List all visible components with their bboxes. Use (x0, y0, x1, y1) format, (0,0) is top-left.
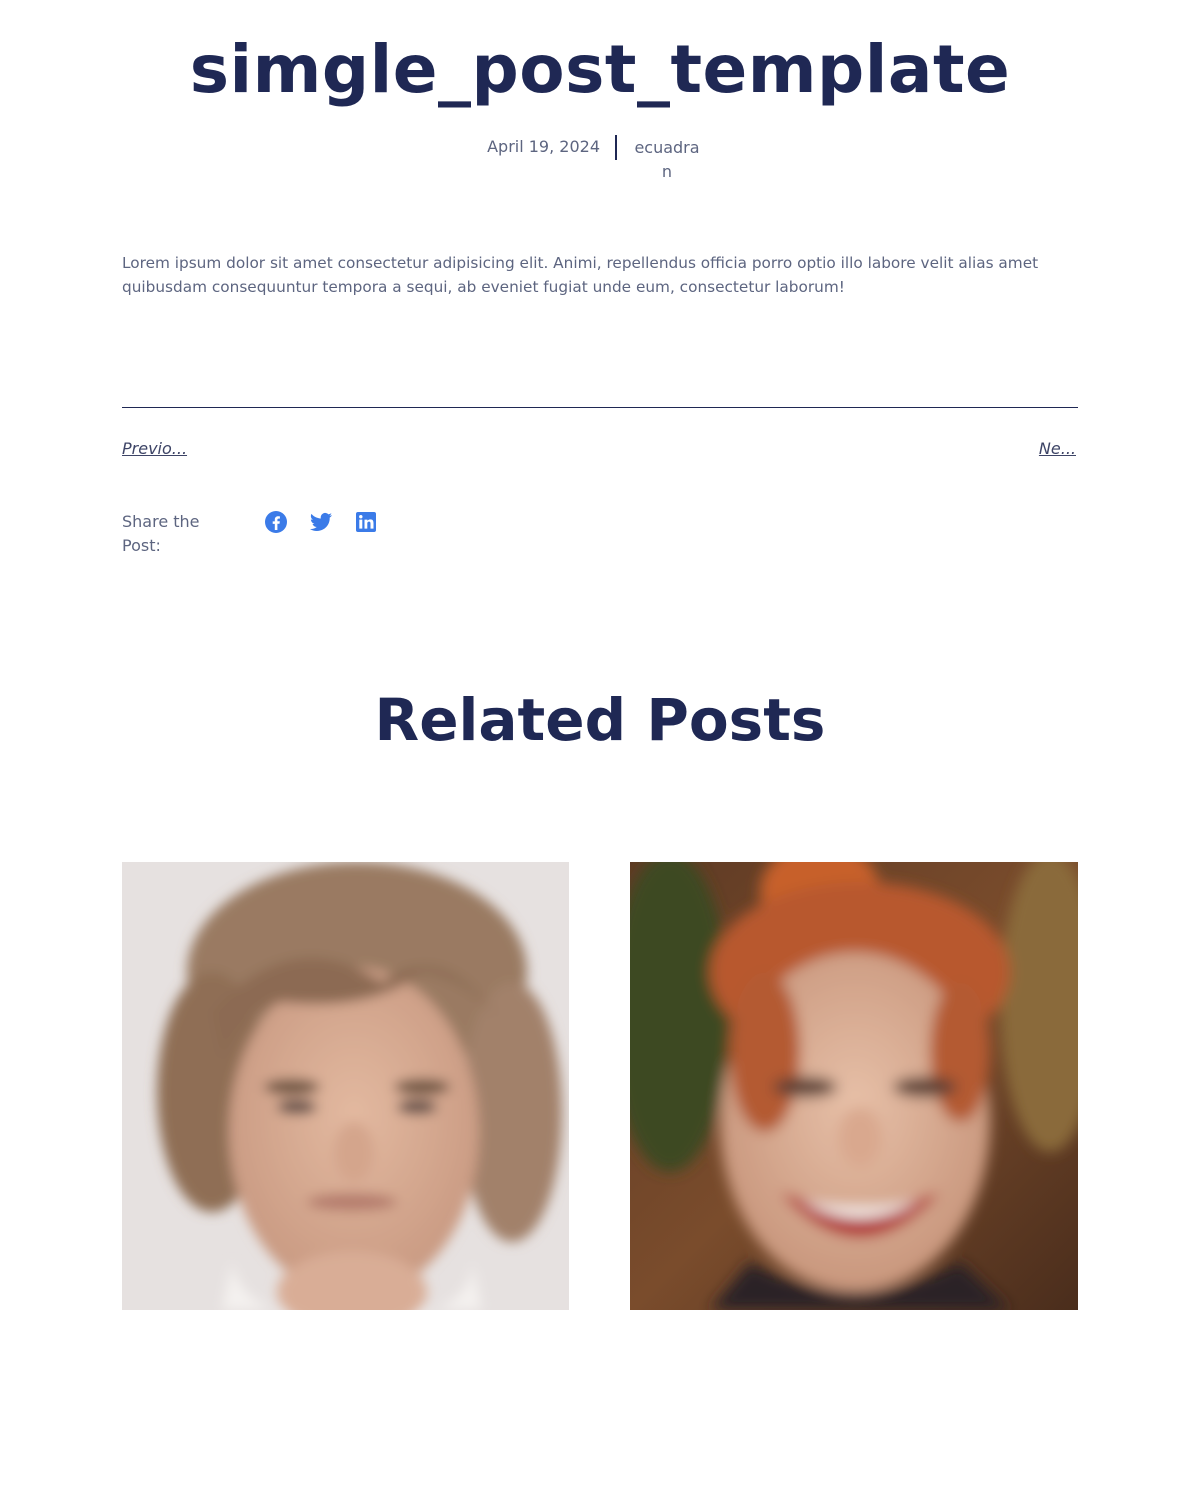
smiling-redhead-woman-portrait-image (630, 862, 1078, 1310)
content-divider (122, 407, 1078, 408)
related-post-card[interactable] (122, 862, 569, 1310)
linkedin-icon[interactable] (354, 510, 378, 534)
related-posts-title: Related Posts (374, 686, 826, 754)
share-label: Share the Post: (122, 512, 200, 555)
twitter-icon[interactable] (309, 510, 333, 534)
post-author[interactable]: ecuadran (632, 136, 702, 184)
post-date: April 19, 2024 (487, 137, 600, 156)
facebook-icon[interactable] (264, 510, 288, 534)
previous-post-link[interactable]: Previo... (122, 438, 187, 460)
post-title: simgle_post_template (189, 31, 1011, 108)
meta-divider (615, 135, 617, 160)
related-post-card[interactable] (630, 862, 1078, 1310)
next-post-link[interactable]: Ne... (1039, 438, 1076, 460)
post-body: Lorem ipsum dolor sit amet consectetur a… (122, 254, 1039, 296)
young-man-portrait-image (122, 862, 569, 1310)
